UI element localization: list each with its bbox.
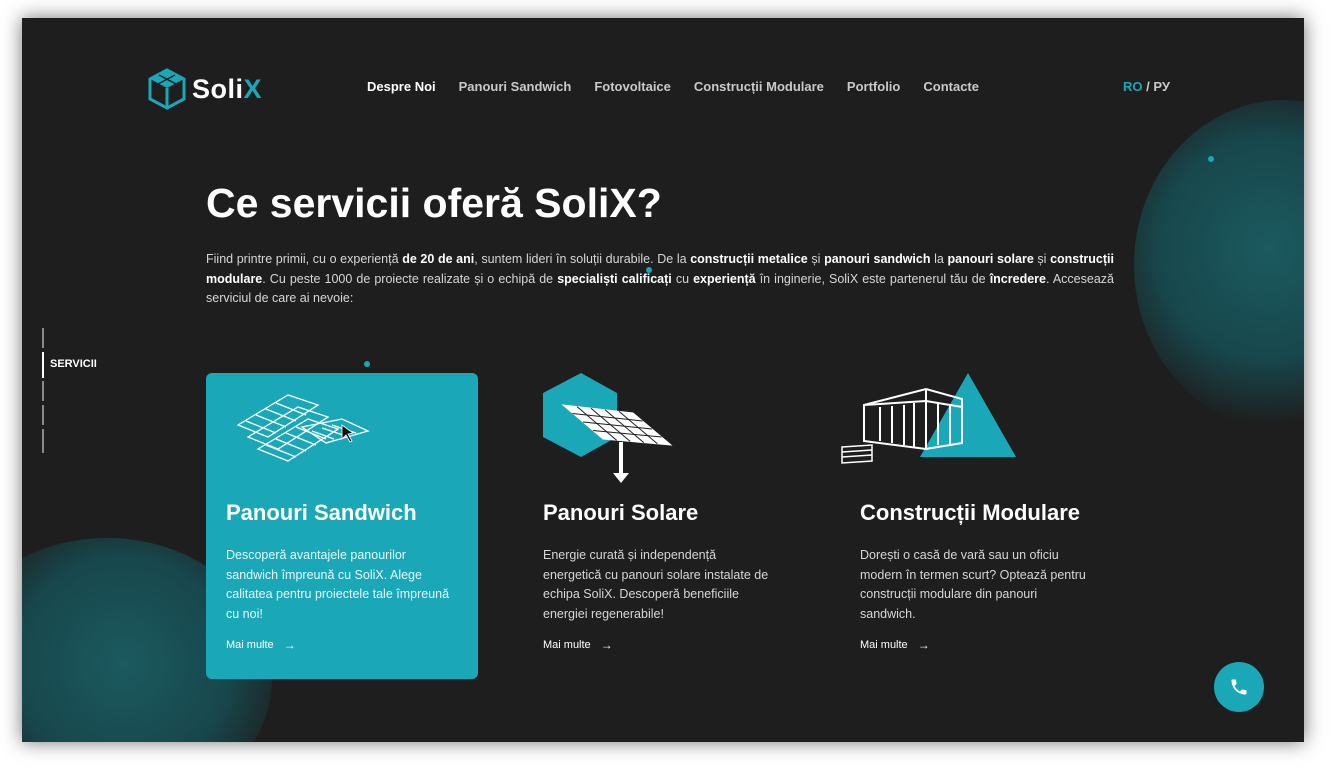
rail-segment[interactable] [42, 381, 44, 401]
nav-item-constructii-modulare[interactable]: Construcții Modulare [694, 79, 824, 94]
intro-text: . Cu peste 1000 de proiecte realizate și… [262, 271, 558, 286]
modular-house-icon [841, 373, 1016, 464]
arrow-right-icon: → [283, 638, 296, 652]
nav-item-panouri-sandwich[interactable]: Panouri Sandwich [459, 79, 572, 94]
main-nav: Despre Noi Panouri Sandwich Fotovoltaice… [367, 79, 979, 94]
nav-item-portfolio[interactable]: Portfolio [847, 79, 900, 94]
solar-panel-icon [543, 373, 673, 483]
decor-dot [364, 361, 370, 367]
intro-highlight: specialiști calificați [557, 271, 672, 286]
card-description: Descoperă avantajele panourilor sandwich… [226, 548, 450, 621]
card-title: Panouri Sandwich [226, 500, 417, 525]
more-link[interactable]: Mai multe → [226, 638, 296, 652]
intro-text: , suntem lideri în soluții durabile. De … [474, 252, 691, 266]
decor-dot [1208, 156, 1214, 162]
intro-text: la [930, 252, 948, 266]
card-title: Construcții Modulare [860, 500, 1081, 525]
intro-text: și [807, 252, 825, 266]
page-frame: SoliX Despre Noi Panouri Sandwich Fotovo… [22, 18, 1304, 742]
cursor-icon [341, 424, 354, 443]
language-switcher: RO / РУ [1123, 79, 1170, 94]
card-description: Dorești o casă de vară sau un oficiu mod… [860, 548, 1086, 621]
rail-segment[interactable] [42, 429, 44, 453]
intro-highlight: experiență [693, 271, 756, 286]
decor-blob-right [1134, 100, 1304, 430]
lang-separator: / [1146, 79, 1150, 94]
logo-text: SoliX [192, 74, 262, 105]
intro-paragraph: Fiind printre primii, cu o experiență de… [206, 250, 1114, 309]
call-button[interactable] [1214, 662, 1264, 712]
intro-highlight: construcții metalice [690, 252, 808, 266]
nav-item-contacte[interactable]: Contacte [923, 79, 979, 94]
more-link-label: Mai multe [543, 639, 591, 651]
arrow-right-icon: → [917, 638, 930, 652]
intro-highlight: încredere [989, 271, 1046, 286]
logo-text-suffix: X [243, 73, 263, 104]
more-link[interactable]: Mai multe → [860, 638, 930, 652]
intro-highlight: panouri sandwich [824, 252, 931, 266]
more-link[interactable]: Mai multe → [543, 638, 613, 652]
service-card-panouri-solare[interactable]: Panouri Solare Energie curată și indepen… [523, 373, 795, 679]
nav-item-despre-noi[interactable]: Despre Noi [367, 79, 436, 94]
page-title: Ce servicii oferă SoliX? [206, 180, 662, 226]
arrow-right-icon: → [600, 638, 613, 652]
cube-logo-icon [148, 68, 186, 110]
intro-text: în inginerie, SoliX este partenerul tău … [755, 271, 990, 286]
intro-highlight: panouri solare [947, 252, 1034, 266]
nav-item-fotovoltaice[interactable]: Fotovoltaice [594, 79, 671, 94]
card-title: Panouri Solare [543, 500, 699, 525]
service-card-panouri-sandwich[interactable]: Panouri Sandwich Descoperă avantajele pa… [206, 373, 478, 679]
rail-label: SERVICII [50, 358, 97, 370]
lang-ru[interactable]: РУ [1153, 79, 1170, 94]
logo[interactable]: SoliX [148, 68, 262, 110]
intro-text: cu [671, 271, 694, 286]
rail-segment-active[interactable] [42, 352, 44, 378]
logo-text-prefix: Soli [192, 73, 244, 104]
lang-ro[interactable]: RO [1123, 79, 1143, 94]
phone-icon [1231, 679, 1247, 695]
card-description: Energie curată și independență energetic… [543, 548, 769, 621]
more-link-label: Mai multe [860, 639, 908, 651]
service-card-constructii-modulare[interactable]: Construcții Modulare Dorești o casă de v… [840, 373, 1112, 679]
rail-segment[interactable] [42, 328, 44, 348]
intro-highlight: de 20 de ani [402, 252, 475, 266]
intro-text: Fiind printre primii, cu o experiență [206, 252, 403, 266]
sandwich-panels-icon [236, 394, 370, 462]
rail-segment[interactable] [42, 405, 44, 425]
more-link-label: Mai multe [226, 639, 274, 651]
intro-text: și [1033, 252, 1051, 266]
